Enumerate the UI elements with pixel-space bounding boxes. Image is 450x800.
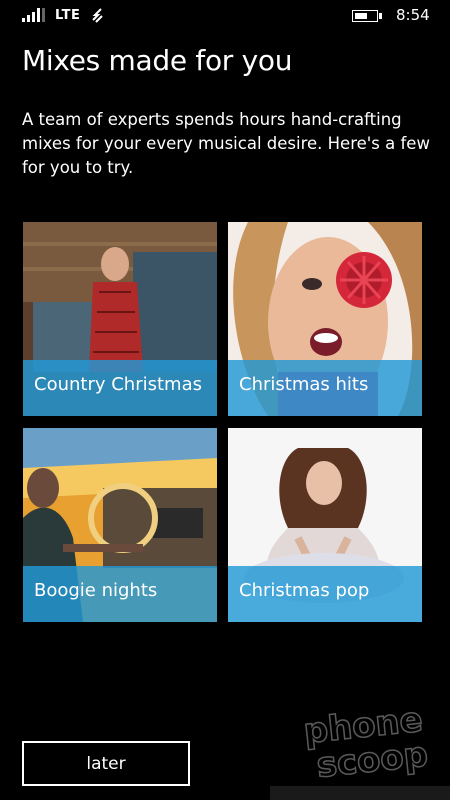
data-sync-icon xyxy=(90,6,106,28)
mix-label: Boogie nights xyxy=(34,580,158,601)
network-type: LTE xyxy=(55,8,81,23)
mix-label: Christmas hits xyxy=(239,374,369,395)
signal-icon xyxy=(22,8,46,22)
mix-label-bar: Boogie nights xyxy=(23,566,217,622)
clock: 8:54 xyxy=(396,6,430,24)
page-title: Mixes made for you xyxy=(22,44,293,77)
later-button[interactable]: later xyxy=(22,741,190,786)
mix-label-bar: Christmas hits xyxy=(228,360,422,416)
phonescoop-watermark: phone scoop xyxy=(300,699,445,789)
mix-label-bar: Country Christmas xyxy=(23,360,217,416)
mix-label-bar: Christmas pop xyxy=(228,566,422,622)
mix-label: Christmas pop xyxy=(239,580,370,601)
watermark-strip xyxy=(270,786,450,800)
page-description: A team of experts spends hours hand-craf… xyxy=(22,110,430,177)
status-bar: LTE 8:54 xyxy=(0,0,450,32)
battery-icon xyxy=(352,10,382,22)
mix-tile-christmas-pop[interactable]: Christmas pop xyxy=(228,428,422,622)
mix-tile-country-christmas[interactable]: Country Christmas xyxy=(23,222,217,416)
mix-tile-christmas-hits[interactable]: Christmas hits xyxy=(228,222,422,416)
mix-label: Country Christmas xyxy=(34,374,202,395)
mix-tile-boogie-nights[interactable]: Boogie nights xyxy=(23,428,217,622)
